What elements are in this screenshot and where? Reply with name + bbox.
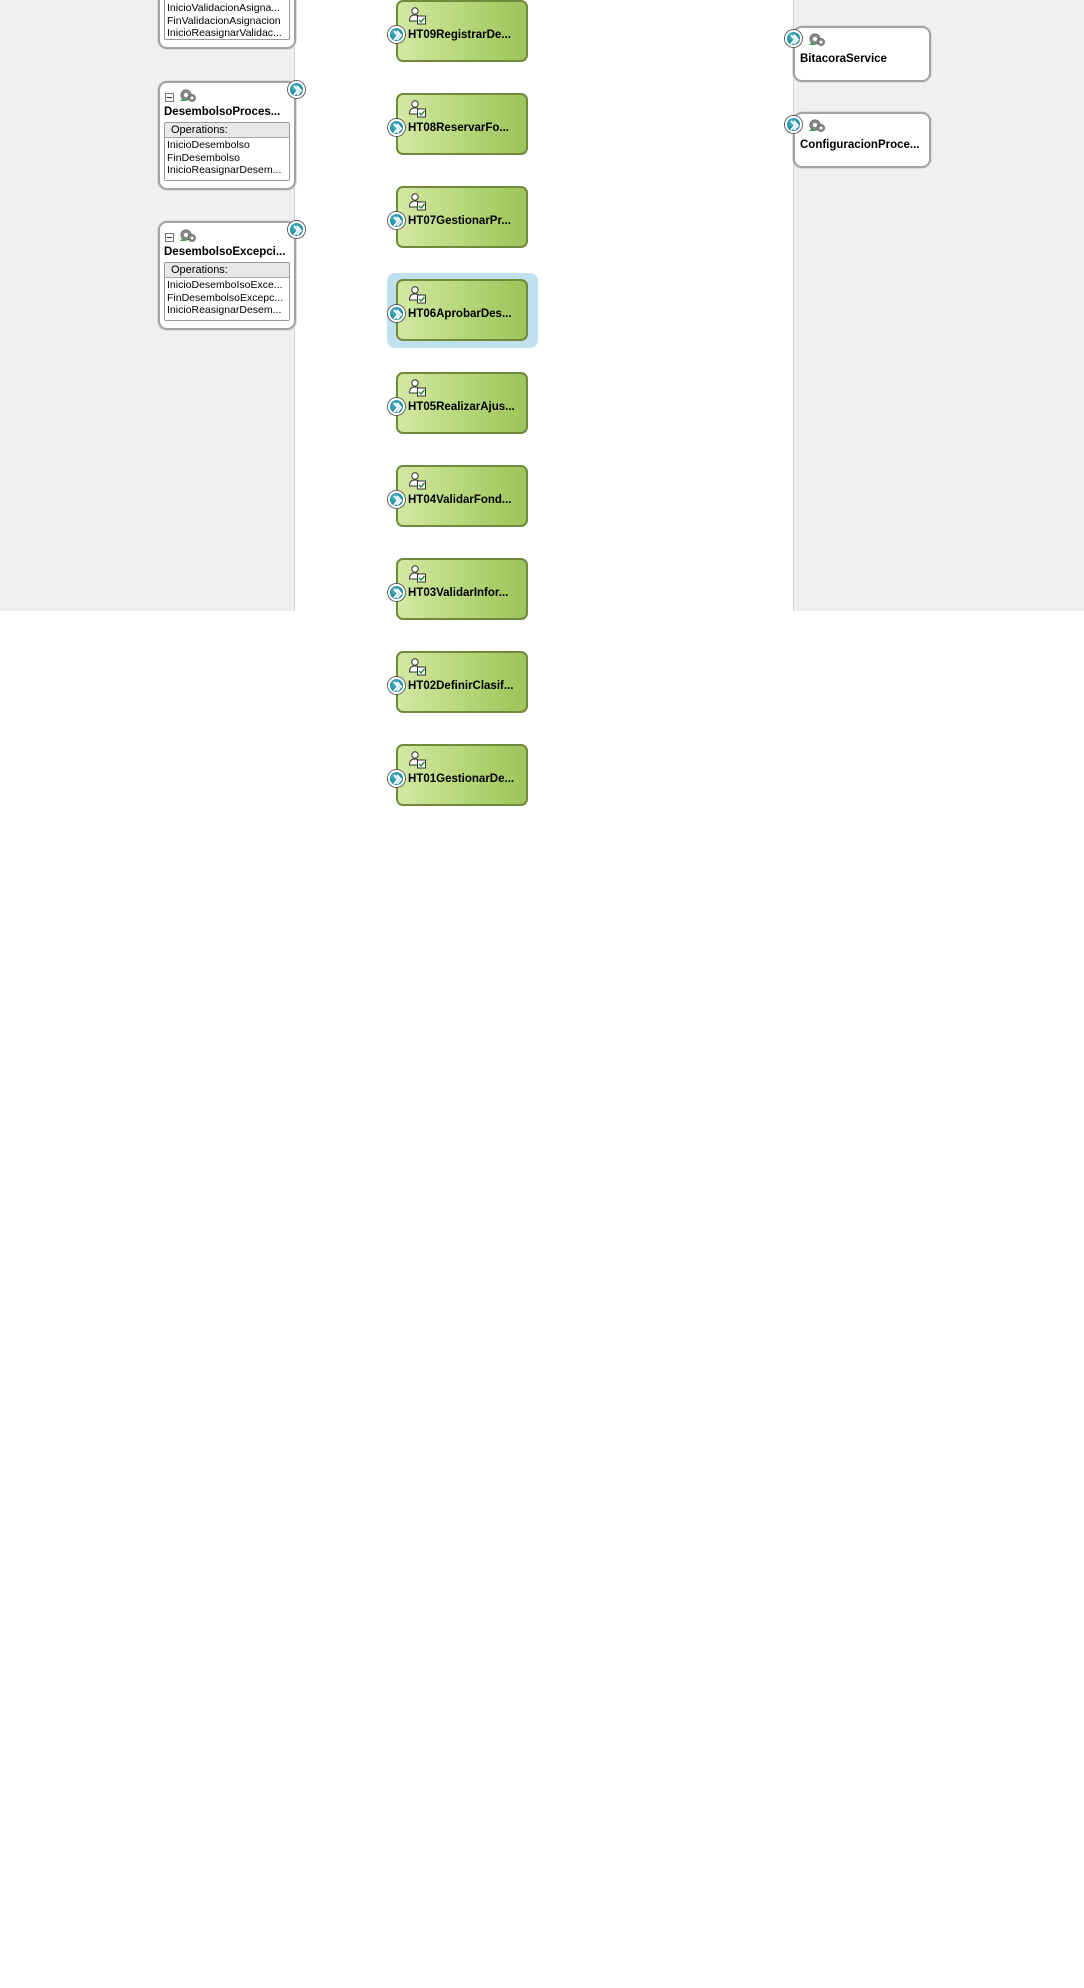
gear-component-icon bbox=[807, 117, 827, 138]
operations-panel: Operations: InicioDesemboIsoExce... FinD… bbox=[164, 262, 290, 321]
reference-configuracion-proceso[interactable]: ConfiguracionProce... bbox=[785, 112, 931, 168]
human-task-tile[interactable]: HT04ValidarFond... bbox=[388, 465, 528, 527]
collapse-icon[interactable] bbox=[165, 233, 174, 242]
human-task-icon bbox=[408, 657, 428, 680]
human-task-tile[interactable]: HT06AprobarDes... bbox=[388, 279, 528, 341]
human-task-tile[interactable]: HT09RegistrarDe... bbox=[388, 0, 528, 62]
human-task-label: HT08ReservarFo... bbox=[408, 122, 509, 134]
service-arrow-icon[interactable] bbox=[388, 491, 405, 508]
operations-panel: InicioValidacionAsigna... FinValidacionA… bbox=[164, 0, 290, 40]
human-task-label: HT09RegistrarDe... bbox=[408, 29, 511, 41]
reference-label: BitacoraService bbox=[800, 53, 887, 65]
service-arrow-icon[interactable] bbox=[388, 584, 405, 601]
human-task-icon bbox=[408, 99, 428, 122]
components-lane bbox=[295, 0, 793, 611]
human-task-icon bbox=[408, 285, 428, 308]
collapse-icon[interactable] bbox=[165, 93, 174, 102]
human-task-label: HT02DefinirClasif... bbox=[408, 680, 514, 692]
service-arrow-icon[interactable] bbox=[388, 677, 405, 694]
gear-component-icon bbox=[178, 227, 198, 248]
service-arrow-icon[interactable] bbox=[388, 119, 405, 136]
gear-component-icon bbox=[807, 31, 827, 52]
operations-header: Operations: bbox=[165, 123, 289, 138]
operation-item[interactable]: InicioDesembolso bbox=[167, 139, 289, 152]
service-arrow-icon[interactable] bbox=[388, 770, 405, 787]
human-task-icon bbox=[408, 192, 428, 215]
human-task-label: HT04ValidarFond... bbox=[408, 494, 512, 506]
operations-panel: Operations: InicioDesembolso FinDesembol… bbox=[164, 122, 290, 181]
human-task-tile[interactable]: HT03ValidarInfor... bbox=[388, 558, 528, 620]
service-arrow-icon[interactable] bbox=[388, 305, 405, 322]
service-arrow-icon[interactable] bbox=[785, 30, 802, 47]
human-task-tile[interactable]: HT02DefinirClasif... bbox=[388, 651, 528, 713]
operation-item[interactable]: FinValidacionAsignacion bbox=[167, 15, 289, 28]
operation-item[interactable]: InicioDesemboIsoExce... bbox=[167, 279, 289, 292]
operations-header: Operations: bbox=[165, 263, 289, 278]
operation-item[interactable]: InicioReasignarDesem... bbox=[167, 164, 289, 177]
operation-item[interactable]: FinDesembolso bbox=[167, 152, 289, 165]
service-arrow-icon[interactable] bbox=[785, 116, 802, 133]
human-task-label: HT03ValidarInfor... bbox=[408, 587, 509, 599]
human-task-icon bbox=[408, 378, 428, 401]
human-task-label: HT07GestionarPr... bbox=[408, 215, 511, 227]
component-title: DesembolsoProces... bbox=[164, 106, 281, 118]
human-task-tile[interactable]: HT07GestionarPr... bbox=[388, 186, 528, 248]
operation-item[interactable]: InicioValidacionAsigna... bbox=[167, 2, 289, 15]
component-title: DesembolsoExcepci... bbox=[164, 246, 286, 258]
reference-label: ConfiguracionProce... bbox=[800, 139, 920, 151]
service-component-validacion[interactable]: InicioValidacionAsigna... FinValidacionA… bbox=[158, 0, 296, 49]
human-task-tile[interactable]: HT08ReservarFo... bbox=[388, 93, 528, 155]
operation-item[interactable]: FinDesembolsoExcepc... bbox=[167, 292, 289, 305]
human-task-tile[interactable]: HT05RealizarAjus... bbox=[388, 372, 528, 434]
service-arrow-icon[interactable] bbox=[288, 221, 305, 238]
operation-item[interactable]: InicioReasignarDesem... bbox=[167, 304, 289, 317]
external-references-lane bbox=[793, 0, 1084, 611]
human-task-icon bbox=[408, 750, 428, 773]
human-task-tile[interactable]: HT01GestionarDe... bbox=[388, 744, 528, 806]
human-task-icon bbox=[408, 6, 428, 29]
operation-item[interactable]: InicioReasignarValidac... bbox=[167, 27, 289, 39]
service-arrow-icon[interactable] bbox=[288, 81, 305, 98]
service-component-desembolso-proceso[interactable]: DesembolsoProces... Operations: InicioDe… bbox=[158, 81, 305, 190]
human-task-icon bbox=[408, 564, 428, 587]
human-task-label: HT01GestionarDe... bbox=[408, 773, 515, 785]
gear-component-icon bbox=[178, 87, 198, 108]
service-component-desembolso-excepcion[interactable]: DesembolsoExcepci... Operations: InicioD… bbox=[158, 221, 305, 330]
human-task-label: HT06AprobarDes... bbox=[408, 308, 512, 320]
human-task-icon bbox=[408, 471, 428, 494]
service-arrow-icon[interactable] bbox=[388, 212, 405, 229]
human-task-label: HT05RealizarAjus... bbox=[408, 401, 515, 413]
service-arrow-icon[interactable] bbox=[388, 398, 405, 415]
service-arrow-icon[interactable] bbox=[388, 26, 405, 43]
reference-bitacora-service[interactable]: BitacoraService bbox=[785, 26, 931, 82]
